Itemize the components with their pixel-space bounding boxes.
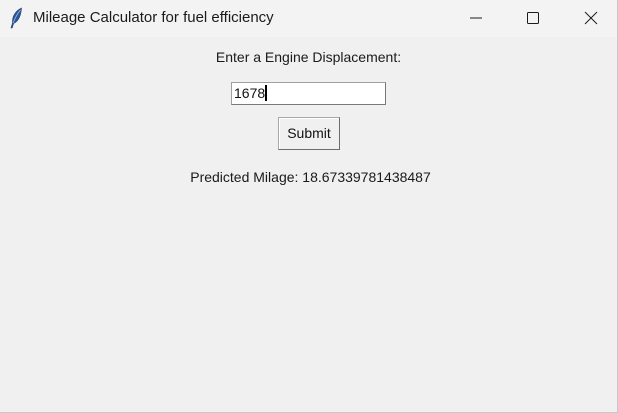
maximize-icon [527,12,539,24]
window-title: Mileage Calculator for fuel efficiency [33,9,274,26]
minimize-button[interactable] [453,0,499,37]
minimize-icon [470,17,482,19]
feather-icon [9,7,23,29]
text-caret [265,85,268,101]
close-button[interactable] [568,0,614,37]
displacement-input[interactable]: 1678 [231,82,386,105]
title-bar[interactable]: Mileage Calculator for fuel efficiency [0,0,617,37]
displacement-label: Enter a Engine Displacement: [215,49,402,65]
close-icon [584,11,598,25]
predicted-mileage-label: Predicted Milage: 18.67339781438487 [190,169,431,185]
app-window: Mileage Calculator for fuel efficiency E… [0,0,618,413]
maximize-button[interactable] [510,0,556,37]
submit-button[interactable]: Submit [278,117,340,150]
client-area: Enter a Engine Displacement: 1678 Submit… [0,37,617,412]
displacement-input-value: 1678 [234,85,266,101]
